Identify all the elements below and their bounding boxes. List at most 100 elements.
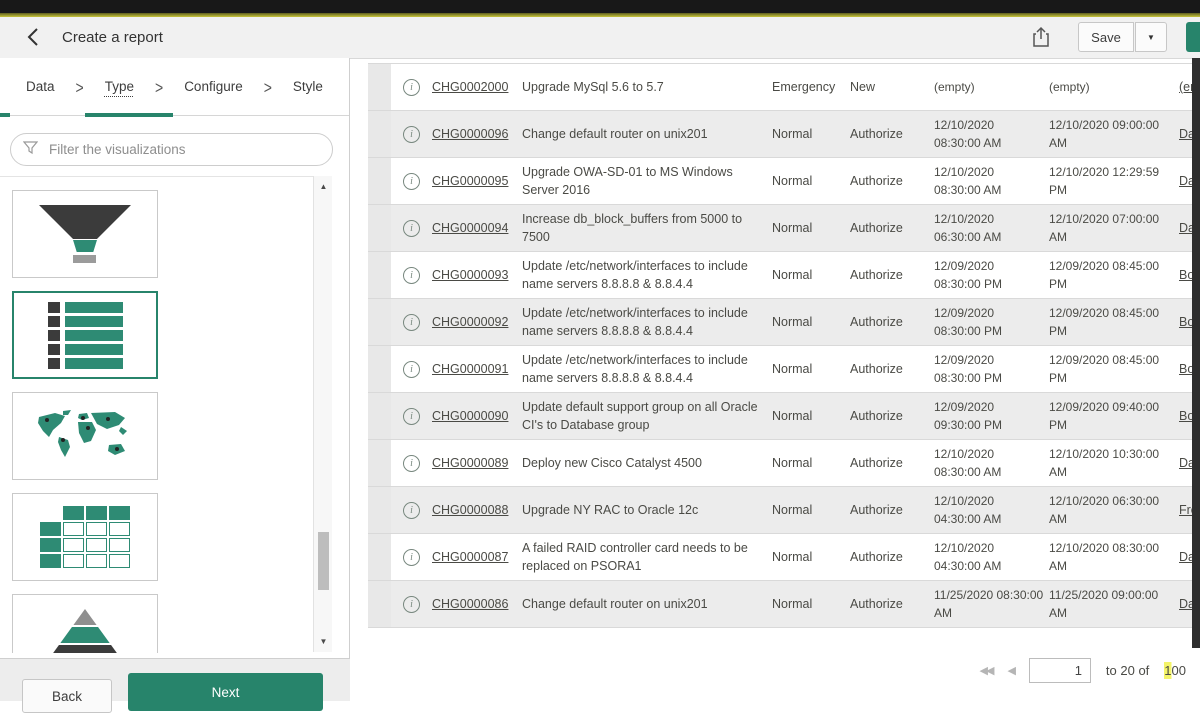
first-page-icon[interactable]: ◀◀ [980, 664, 993, 677]
record-number-link[interactable]: CHG0000096 [432, 127, 522, 141]
record-number-link[interactable]: CHG0000091 [432, 362, 522, 376]
filter-funnel-icon [23, 140, 38, 160]
info-icon[interactable]: i [403, 173, 420, 190]
assigned-link[interactable]: Dav [1179, 550, 1192, 564]
page-number-input[interactable] [1029, 658, 1091, 683]
back-icon[interactable] [20, 25, 46, 51]
step-type[interactable]: Type [105, 79, 134, 94]
record-number-link[interactable]: CHG0000089 [432, 456, 522, 470]
assigned-link[interactable]: Dav [1179, 127, 1192, 141]
row-gutter [368, 299, 391, 345]
back-button[interactable]: Back [22, 679, 112, 713]
closed-cell: 12/10/2020 08:30:00 AM [1049, 539, 1179, 575]
closed-cell: 11/25/2020 09:00:00 AM [1049, 586, 1179, 622]
table-row: i CHG0000087 A failed RAID controller ca… [368, 534, 1192, 581]
step-configure[interactable]: Configure [184, 79, 243, 94]
priority-cell: Normal [772, 268, 850, 282]
info-icon[interactable]: i [403, 549, 420, 566]
table-row: i CHG0000086 Change default router on un… [368, 581, 1192, 628]
info-icon[interactable]: i [403, 267, 420, 284]
assigned-link[interactable]: Bow [1179, 315, 1192, 329]
heatmap-grid [40, 506, 130, 568]
assigned-link[interactable]: Dav [1179, 221, 1192, 235]
pagination: ◀◀ ◀ to 20 of 100 [368, 650, 1192, 690]
state-cell: Authorize [850, 268, 934, 282]
assigned-link[interactable]: Bow [1179, 362, 1192, 376]
records-table: i CHG0002000 Upgrade MySql 5.6 to 5.7 Em… [368, 63, 1192, 628]
priority-cell: Normal [772, 221, 850, 235]
share-icon[interactable] [1028, 25, 1054, 51]
table-row: i CHG0000095 Upgrade OWA-SD-01 to MS Win… [368, 158, 1192, 205]
info-icon[interactable]: i [403, 79, 420, 96]
opened-cell: 12/10/2020 06:30:00 AM [934, 210, 1049, 246]
assigned-link[interactable]: Fre [1179, 503, 1192, 517]
record-number-link[interactable]: CHG0000086 [432, 597, 522, 611]
record-number-link[interactable]: CHG0000087 [432, 550, 522, 564]
viz-heatmap-table[interactable] [12, 493, 158, 581]
short-description: Change default router on unix201 [522, 125, 772, 143]
assigned-link[interactable]: Bow [1179, 268, 1192, 282]
record-number-link[interactable]: CHG0000088 [432, 503, 522, 517]
assigned-link[interactable]: Dav [1179, 597, 1192, 611]
viz-pyramid-chart[interactable] [12, 594, 158, 653]
record-number-link[interactable]: CHG0000093 [432, 268, 522, 282]
table-row: i CHG0000091 Update /etc/network/interfa… [368, 346, 1192, 393]
priority-cell: Normal [772, 456, 850, 470]
info-icon[interactable]: i [403, 314, 420, 331]
short-description: Upgrade NY RAC to Oracle 12c [522, 501, 772, 519]
record-number-link[interactable]: CHG0000090 [432, 409, 522, 423]
table-row: i CHG0000088 Upgrade NY RAC to Oracle 12… [368, 487, 1192, 534]
info-icon[interactable]: i [403, 408, 420, 425]
primary-button-cutoff[interactable] [1186, 22, 1200, 52]
info-icon[interactable]: i [403, 502, 420, 519]
save-button[interactable]: Save [1078, 22, 1134, 52]
step-style[interactable]: Style [293, 79, 323, 94]
state-cell: Authorize [850, 503, 934, 517]
info-icon[interactable]: i [403, 455, 420, 472]
state-cell: Authorize [850, 362, 934, 376]
scroll-up-icon[interactable]: ▲ [314, 182, 333, 191]
assigned-link[interactable]: (empty) [1179, 80, 1192, 94]
info-icon[interactable]: i [403, 596, 420, 613]
short-description: Increase db_block_buffers from 5000 to 7… [522, 210, 772, 246]
row-gutter [368, 487, 391, 533]
table-row: i CHG0000093 Update /etc/network/interfa… [368, 252, 1192, 299]
assigned-link[interactable]: Dav [1179, 174, 1192, 188]
opened-cell: 12/09/2020 08:30:00 PM [934, 304, 1049, 340]
short-description: Update /etc/network/interfaces to includ… [522, 304, 772, 340]
record-number-link[interactable]: CHG0000094 [432, 221, 522, 235]
state-cell: Authorize [850, 174, 934, 188]
table-row: i CHG0000089 Deploy new Cisco Catalyst 4… [368, 440, 1192, 487]
viz-world-map[interactable] [12, 392, 158, 480]
assigned-link[interactable]: Dav [1179, 456, 1192, 470]
viz-list-bars[interactable] [12, 291, 158, 379]
short-description: A failed RAID controller card needs to b… [522, 539, 772, 575]
table-row: i CHG0000090 Update default support grou… [368, 393, 1192, 440]
state-cell: Authorize [850, 597, 934, 611]
info-icon[interactable]: i [403, 126, 420, 143]
closed-cell: 12/09/2020 08:45:00 PM [1049, 304, 1179, 340]
viz-funnel-chart[interactable] [12, 190, 158, 278]
record-number-link[interactable]: CHG0000095 [432, 174, 522, 188]
panel-scrollbar[interactable]: ▲ ▼ [313, 176, 332, 652]
filter-input[interactable] [47, 141, 320, 158]
scroll-down-icon[interactable]: ▼ [314, 637, 333, 646]
assigned-link[interactable]: Bow [1179, 409, 1192, 423]
stepper: Data > Type > Configure > Style [0, 58, 349, 116]
next-button[interactable]: Next [128, 673, 323, 711]
closed-cell: (empty) [1049, 78, 1179, 96]
chevron-down-icon: ▼ [1147, 33, 1155, 42]
info-icon[interactable]: i [403, 361, 420, 378]
active-step-indicator-edge [0, 113, 10, 117]
save-dropdown-button[interactable]: ▼ [1135, 22, 1167, 52]
step-data[interactable]: Data [26, 79, 55, 94]
report-designer-panel: Data > Type > Configure > Style [0, 58, 350, 700]
record-number-link[interactable]: CHG0000092 [432, 315, 522, 329]
scrollbar-thumb[interactable] [318, 532, 329, 590]
state-cell: Authorize [850, 221, 934, 235]
record-number-link[interactable]: CHG0002000 [432, 80, 522, 94]
closed-cell: 12/10/2020 09:00:00 AM [1049, 116, 1179, 152]
prev-page-icon[interactable]: ◀ [1007, 664, 1013, 677]
info-icon[interactable]: i [403, 220, 420, 237]
page-title: Create a report [62, 29, 163, 46]
